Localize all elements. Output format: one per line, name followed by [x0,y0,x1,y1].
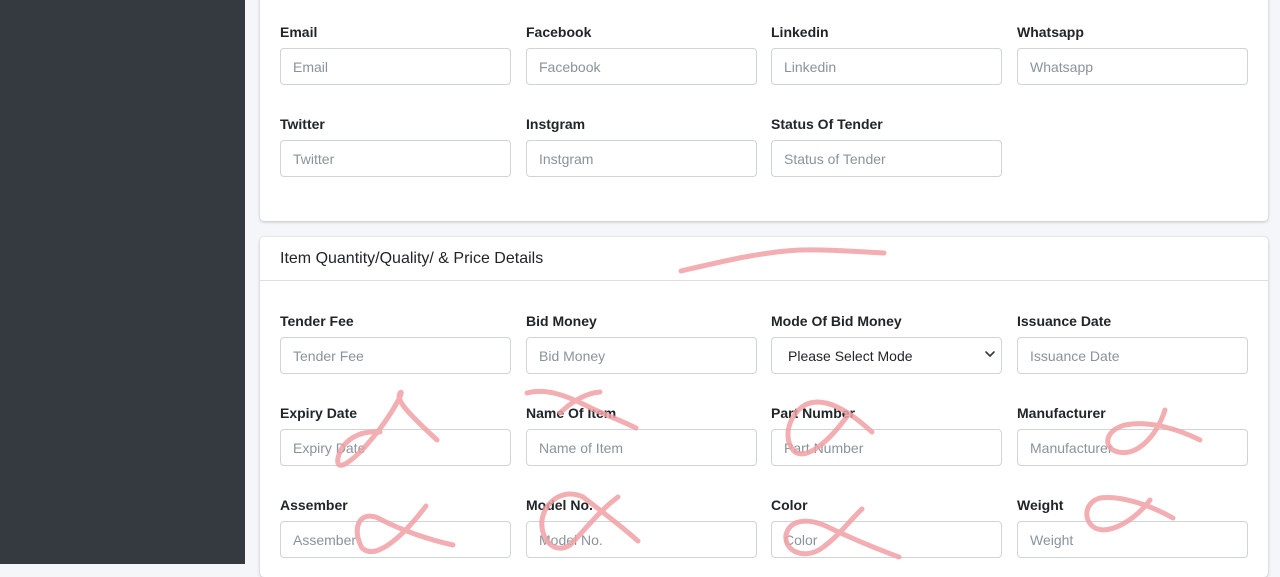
model-no-label: Model No. [526,497,593,513]
color-input[interactable] [771,521,1002,558]
status-of-tender-group: Status Of Tender [771,114,1002,177]
part-number-input[interactable] [771,429,1002,466]
color-label: Color [771,497,808,513]
email-group: Email [280,22,511,85]
whatsapp-group: Whatsapp [1017,22,1248,85]
facebook-group: Facebook [526,22,757,85]
part-number-label: Part Number [771,405,856,421]
card-title: Item Quantity/Quality/ & Price Details [280,250,544,267]
bid-money-group: Bid Money [526,311,757,374]
facebook-input[interactable] [526,48,757,85]
mode-of-bid-money-label: Mode Of Bid Money [771,313,902,329]
manufacturer-input[interactable] [1017,429,1248,466]
linkedin-label: Linkedin [771,24,829,40]
twitter-input[interactable] [280,140,511,177]
model-no-input[interactable] [526,521,757,558]
instgram-label: Instgram [526,116,586,132]
email-input[interactable] [280,48,511,85]
expiry-date-label: Expiry Date [280,405,358,421]
issuance-date-input[interactable] [1017,337,1248,374]
instgram-group: Instgram [526,114,757,177]
status-of-tender-label: Status Of Tender [771,116,883,132]
name-of-item-group: Name Of Item [526,403,757,466]
bid-money-input[interactable] [526,337,757,374]
email-label: Email [280,24,318,40]
expiry-date-input[interactable] [280,429,511,466]
tender-fee-label: Tender Fee [280,313,354,329]
whatsapp-input[interactable] [1017,48,1248,85]
whatsapp-label: Whatsapp [1017,24,1084,40]
twitter-label: Twitter [280,116,325,132]
assember-input[interactable] [280,521,511,558]
item-details-card: Item Quantity/Quality/ & Price Details T… [260,237,1268,577]
manufacturer-label: Manufacturer [1017,405,1106,421]
status-of-tender-input[interactable] [771,140,1002,177]
tender-fee-group: Tender Fee [280,311,511,374]
assember-group: Assember [280,495,511,558]
linkedin-group: Linkedin [771,22,1002,85]
weight-input[interactable] [1017,521,1248,558]
sidebar [0,0,245,564]
expiry-date-group: Expiry Date [280,403,511,466]
part-number-group: Part Number [771,403,1002,466]
model-no-group: Model No. [526,495,757,558]
mode-of-bid-money-group: Mode Of Bid Money Please Select Mode [771,311,1002,374]
weight-group: Weight [1017,495,1248,558]
mode-of-bid-money-select[interactable]: Please Select Mode [771,337,1002,374]
assember-label: Assember [280,497,348,513]
instgram-input[interactable] [526,140,757,177]
manufacturer-group: Manufacturer [1017,403,1248,466]
card-header: Item Quantity/Quality/ & Price Details [260,237,1268,281]
color-group: Color [771,495,1002,558]
linkedin-input[interactable] [771,48,1002,85]
contact-details-card: Email Facebook Linkedin Whatsapp Twitter… [260,0,1268,221]
issuance-date-group: Issuance Date [1017,311,1248,374]
weight-label: Weight [1017,497,1064,513]
bid-money-label: Bid Money [526,313,597,329]
facebook-label: Facebook [526,24,592,40]
name-of-item-input[interactable] [526,429,757,466]
name-of-item-label: Name Of Item [526,405,617,421]
issuance-date-label: Issuance Date [1017,313,1112,329]
tender-fee-input[interactable] [280,337,511,374]
twitter-group: Twitter [280,114,511,177]
